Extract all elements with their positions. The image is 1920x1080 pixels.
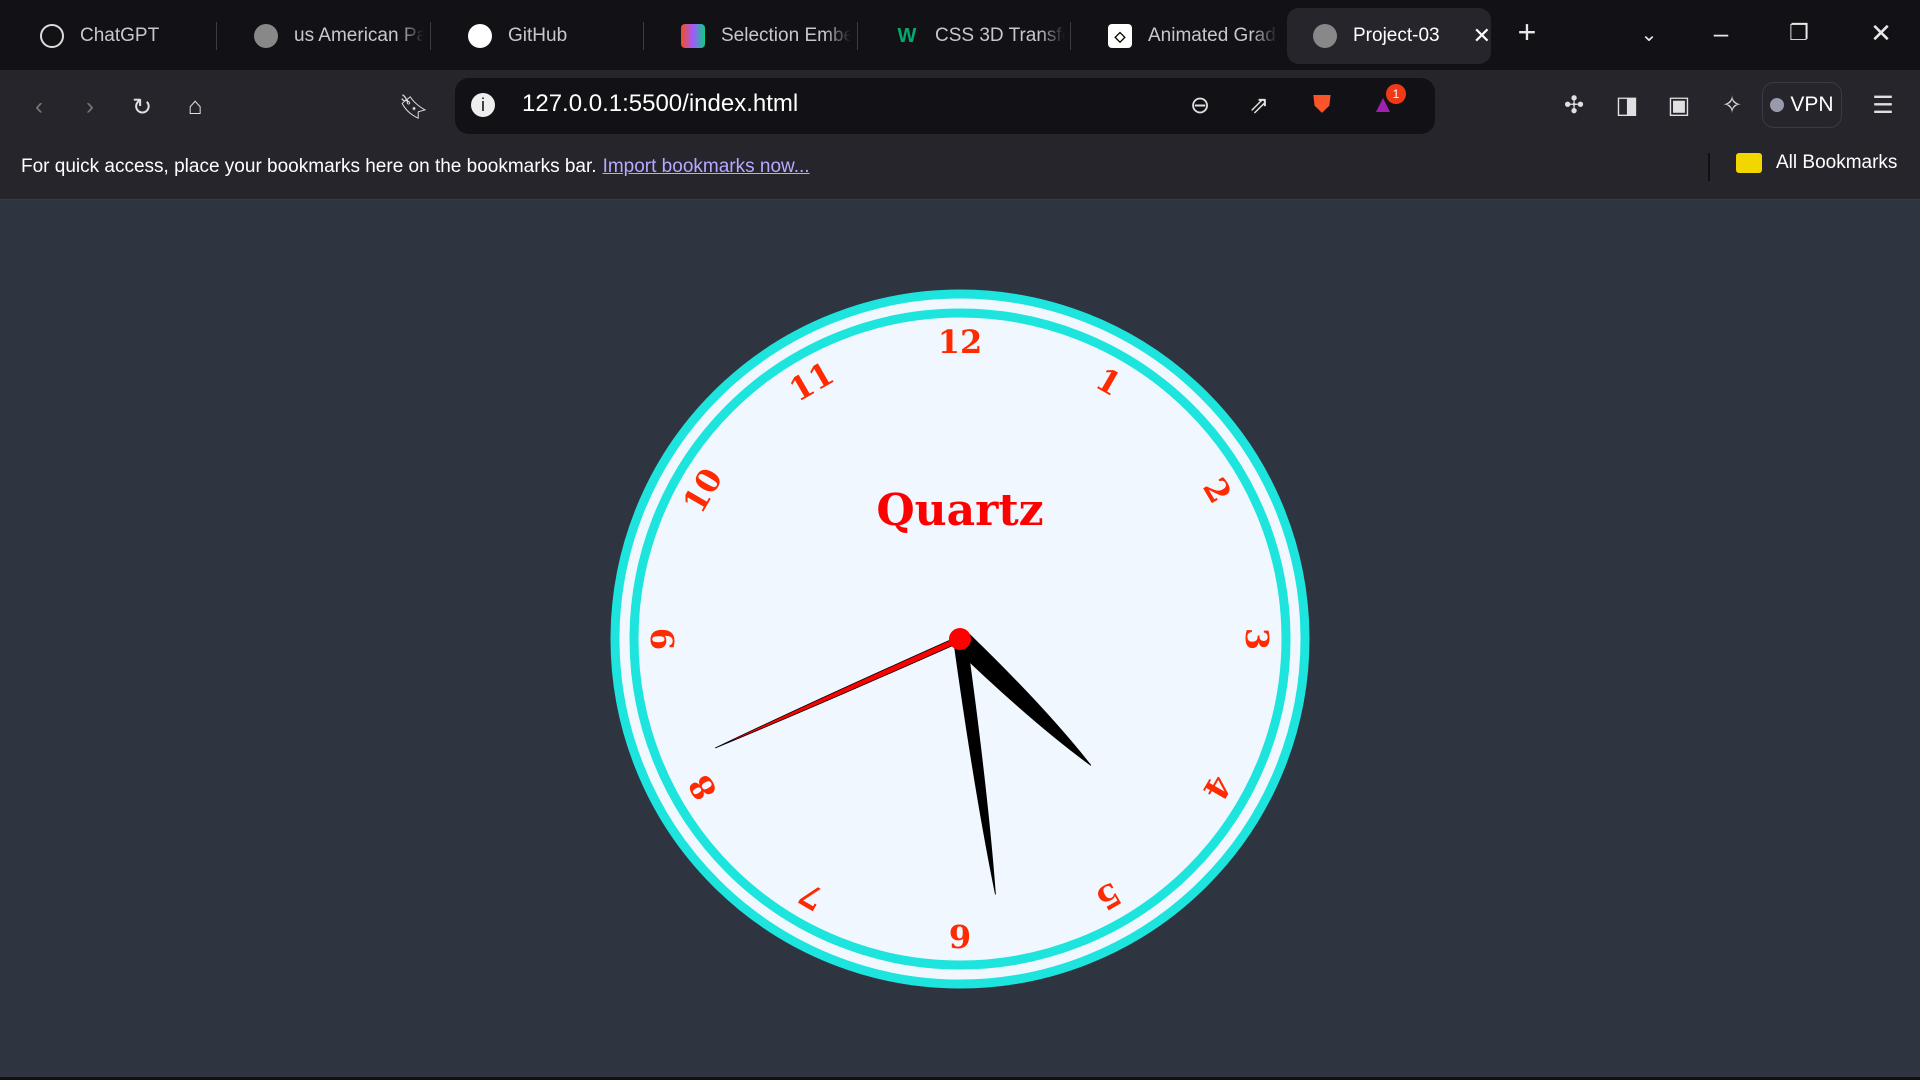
clock: 121234567891011 Quartz	[610, 289, 1310, 989]
clock-number-6: 6	[949, 917, 971, 955]
clock-number-9: 9	[644, 628, 682, 650]
clock-number-12: 12	[938, 323, 983, 361]
clock-brand: Quartz	[876, 485, 1043, 536]
clock-number-3: 3	[1238, 628, 1276, 650]
clock-center-pin	[949, 628, 971, 650]
